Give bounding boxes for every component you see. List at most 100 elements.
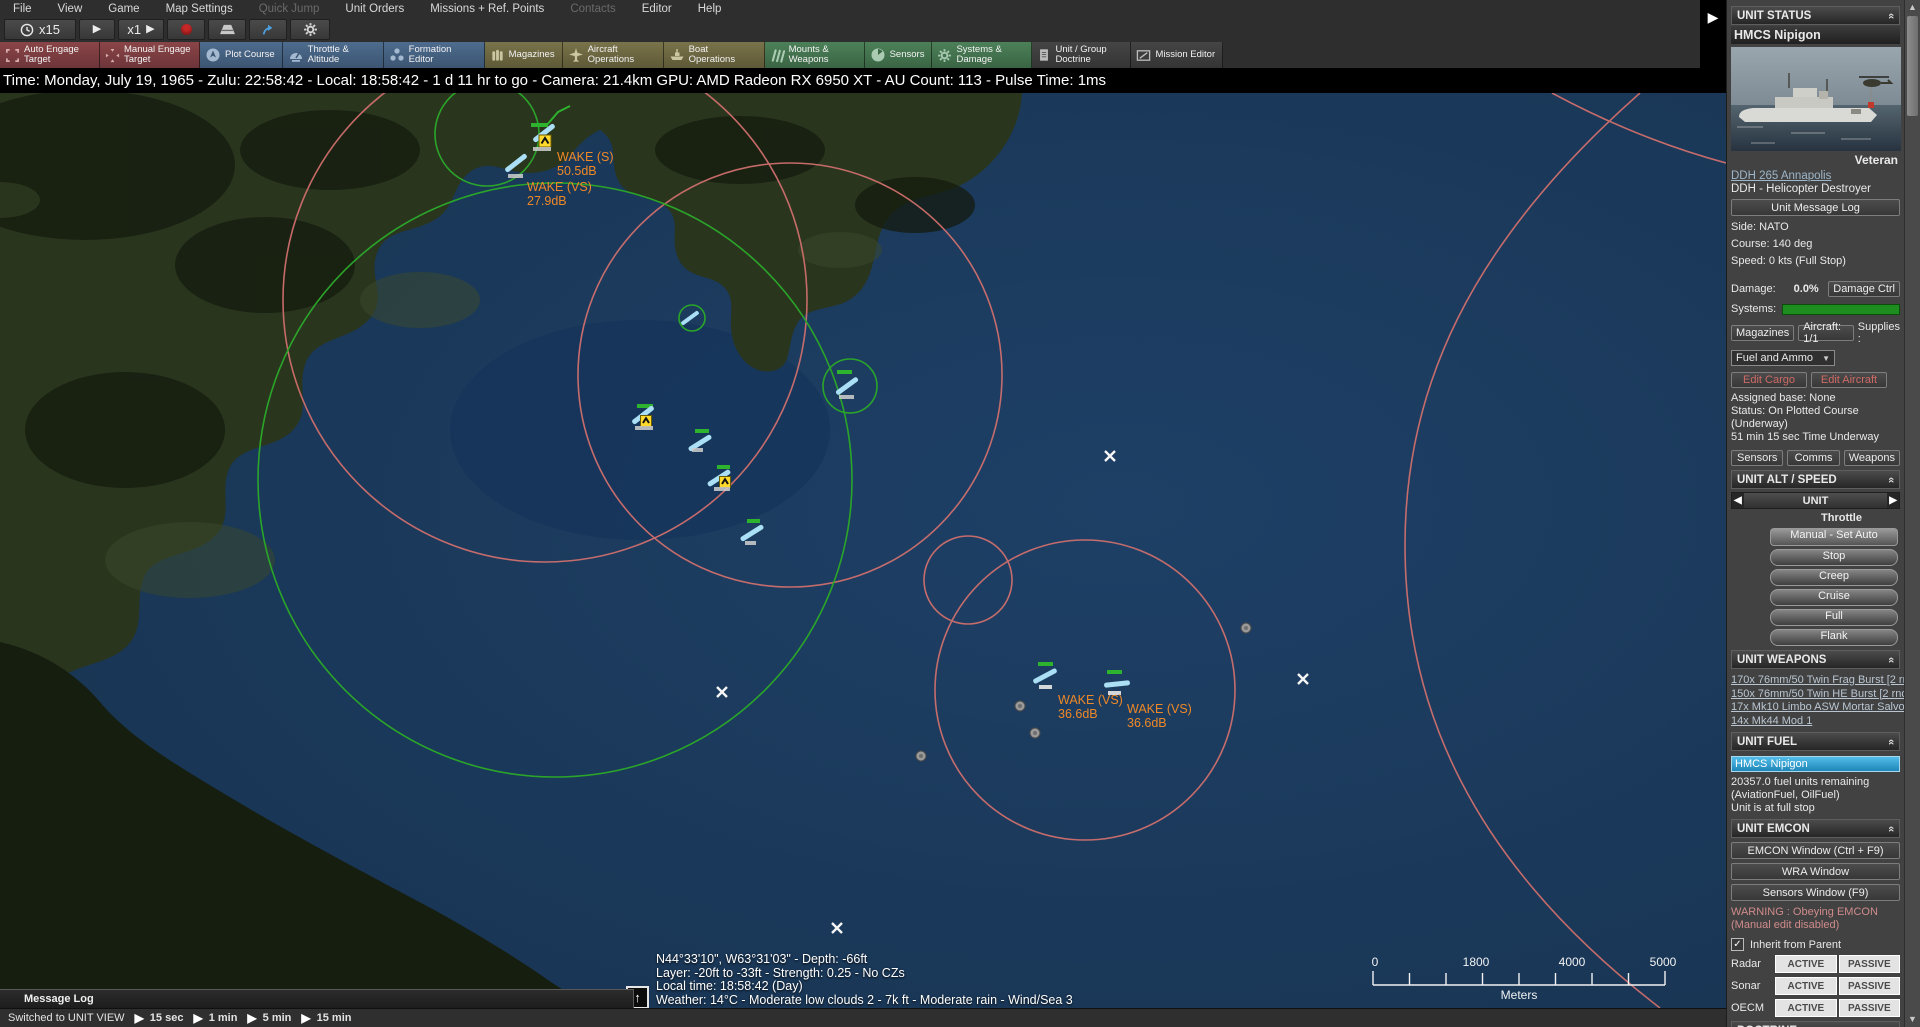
edit-aircraft-button[interactable]: Edit Aircraft <box>1811 372 1887 388</box>
menu-editor[interactable]: Editor <box>629 2 685 16</box>
map-canvas[interactable]: WAKE (S) 50.5dB WAKE (VS) 27.9dB WAKE (V… <box>0 93 1726 1008</box>
edit-cargo-button[interactable]: Edit Cargo <box>1731 372 1807 388</box>
sensors-button[interactable]: Sensors <box>865 42 933 68</box>
throttle-cruise-button[interactable]: Cruise <box>1770 589 1898 606</box>
oecm-active-button[interactable]: ACTIVE <box>1775 999 1836 1017</box>
step-button[interactable]: x1 ▶ <box>118 19 164 40</box>
jump-button[interactable] <box>249 19 287 40</box>
systems-damage-button[interactable]: Systems & Damage <box>932 42 1032 68</box>
scroll-down-icon[interactable]: ▼ <box>1905 1014 1920 1024</box>
checkbox-check-icon: ✓ <box>1731 938 1744 951</box>
sidebar-expand-icon[interactable]: ▶ <box>1708 9 1719 26</box>
unit-weapons-header[interactable]: UNIT WEAPONS « <box>1731 650 1900 669</box>
unit-status-header[interactable]: UNIT STATUS « <box>1731 6 1900 25</box>
throttle-flank-button[interactable]: Flank <box>1770 629 1898 646</box>
magazines-button[interactable]: Magazines <box>485 42 563 68</box>
damage-ctrl-button[interactable]: Damage Ctrl <box>1828 281 1900 297</box>
mine-icon <box>1030 728 1040 738</box>
sidebar-scrollbar[interactable]: ▲ ▼ <box>1904 0 1920 1027</box>
menu-game[interactable]: Game <box>95 2 152 16</box>
menu-missions-ref-points[interactable]: Missions + Ref. Points <box>417 2 557 16</box>
radar-passive-button[interactable]: PASSIVE <box>1839 955 1900 973</box>
message-log-title: Message Log <box>24 993 94 1005</box>
weapons-panel-button[interactable]: Weapons <box>1844 450 1900 466</box>
ribbon-label: Auto Engage Target <box>24 45 92 66</box>
scrollbar-thumb[interactable] <box>1907 16 1918 116</box>
throttle-manual-auto-button[interactable]: Manual - Set Auto <box>1770 528 1898 546</box>
weapon-link[interactable]: 17x Mk10 Limbo ASW Mortar Salvo [3 rnds] <box>1731 701 1900 715</box>
jump-arrow-icon <box>261 23 275 37</box>
throttle-altitude-button[interactable]: Throttle & Altitude <box>283 42 384 68</box>
play-icon: ▶ <box>301 1011 310 1025</box>
throttle-full-button[interactable]: Full <box>1770 609 1898 626</box>
comms-panel-button[interactable]: Comms <box>1787 450 1839 466</box>
mission-editor-button[interactable]: Mission Editor <box>1131 42 1223 68</box>
play-button[interactable]: ▶ <box>79 19 115 40</box>
time-step-15sec[interactable]: ▶ 15 sec <box>135 1011 184 1025</box>
throttle-stop-button[interactable]: Stop <box>1770 549 1898 566</box>
sidebar-collapse-strip: ▶ <box>1700 0 1726 68</box>
doctrine-header[interactable]: DOCTRINE « <box>1731 1021 1900 1027</box>
sonar-passive-button[interactable]: PASSIVE <box>1839 977 1900 995</box>
fuel-selected-unit[interactable]: HMCS Nipigon <box>1731 756 1900 772</box>
scale-tick-label: 1800 <box>1463 955 1490 969</box>
unit-message-log-button[interactable]: Unit Message Log <box>1731 199 1900 216</box>
throttle-creep-button[interactable]: Creep <box>1770 569 1898 586</box>
unit-class-description: DDH - Helicopter Destroyer <box>1731 183 1900 195</box>
mounts-weapons-button[interactable]: Mounts & Weapons <box>765 42 865 68</box>
collapse-icon[interactable]: « <box>1885 738 1897 744</box>
systems-label: Systems: <box>1731 303 1776 315</box>
unit-fuel-header[interactable]: UNIT FUEL « <box>1731 732 1900 751</box>
aircraft-count-button[interactable]: Aircraft: 1/1 <box>1798 325 1854 341</box>
unit-alt-speed-header[interactable]: UNIT ALT / SPEED « <box>1731 470 1900 489</box>
auto-engage-icon <box>5 48 20 63</box>
3d-view-button[interactable] <box>208 19 246 40</box>
plot-course-button[interactable]: Plot Course <box>200 42 283 68</box>
weapon-link[interactable]: 150x 76mm/50 Twin HE Burst [2 rnds] <box>1731 688 1900 702</box>
time-step-5min[interactable]: ▶ 5 min <box>247 1011 291 1025</box>
collapse-icon[interactable]: « <box>1885 12 1897 18</box>
emcon-window-button[interactable]: EMCON Window (Ctrl + F9) <box>1731 842 1900 859</box>
menu-unit-orders[interactable]: Unit Orders <box>332 2 417 16</box>
message-log-bar[interactable]: Message Log <box>0 989 634 1008</box>
boat-operations-button[interactable]: Boat Operations <box>664 42 765 68</box>
magazines-sidebar-button[interactable]: Magazines <box>1731 325 1794 341</box>
menu-file[interactable]: File <box>0 2 45 16</box>
collapse-icon[interactable]: « <box>1885 825 1897 831</box>
next-unit-icon[interactable]: ▶ <box>1887 493 1899 508</box>
unit-name: HMCS Nipigon <box>1731 26 1900 44</box>
time-step-1min[interactable]: ▶ 1 min <box>193 1011 237 1025</box>
sensor-dome-icon <box>870 47 886 63</box>
menu-map-settings[interactable]: Map Settings <box>153 2 246 16</box>
time-step-15min[interactable]: ▶ 15 min <box>301 1011 351 1025</box>
tactical-map[interactable]: WAKE (S) 50.5dB WAKE (VS) 27.9dB WAKE (V… <box>0 93 1726 1008</box>
unit-status-text: Status: On Plotted Course (Underway) <box>1731 405 1900 431</box>
unit-class-link[interactable]: DDH 265 Annapolis <box>1731 170 1900 182</box>
scroll-up-icon[interactable]: ▲ <box>1905 2 1920 12</box>
wra-window-button[interactable]: WRA Window <box>1731 863 1900 880</box>
collapse-icon[interactable]: « <box>1885 656 1897 662</box>
unit-emcon-header[interactable]: UNIT EMCON « <box>1731 819 1900 838</box>
sonar-active-button[interactable]: ACTIVE <box>1775 977 1836 995</box>
aircraft-operations-button[interactable]: Aircraft Operations <box>563 42 664 68</box>
formation-editor-button[interactable]: Formation Editor <box>384 42 485 68</box>
sensors-panel-button[interactable]: Sensors <box>1731 450 1783 466</box>
manual-engage-target-button[interactable]: Manual Engage Target <box>100 42 200 68</box>
oecm-passive-button[interactable]: PASSIVE <box>1839 999 1900 1017</box>
prev-unit-icon[interactable]: ◀ <box>1732 493 1744 508</box>
weapon-link[interactable]: 14x Mk44 Mod 1 <box>1731 715 1900 729</box>
menu-view[interactable]: View <box>45 2 96 16</box>
menu-help[interactable]: Help <box>685 2 735 16</box>
weapon-link[interactable]: 170x 76mm/50 Twin Frag Burst [2 rnds] <box>1731 674 1900 688</box>
inherit-from-parent-checkbox[interactable]: ✓ Inherit from Parent <box>1731 938 1900 951</box>
auto-engage-target-button[interactable]: Auto Engage Target <box>0 42 100 68</box>
record-button[interactable] <box>167 19 205 40</box>
collapse-icon[interactable]: « <box>1885 476 1897 482</box>
unit-group-doctrine-button[interactable]: Unit / Group Doctrine <box>1032 42 1131 68</box>
time-compression-button[interactable]: x15 <box>4 19 76 40</box>
supplies-dropdown[interactable]: Fuel and Ammo ▼ <box>1731 350 1835 366</box>
settings-button[interactable] <box>290 19 330 40</box>
radar-active-button[interactable]: ACTIVE <box>1775 955 1836 973</box>
sensors-window-button[interactable]: Sensors Window (F9) <box>1731 884 1900 901</box>
boat-icon <box>669 47 685 63</box>
